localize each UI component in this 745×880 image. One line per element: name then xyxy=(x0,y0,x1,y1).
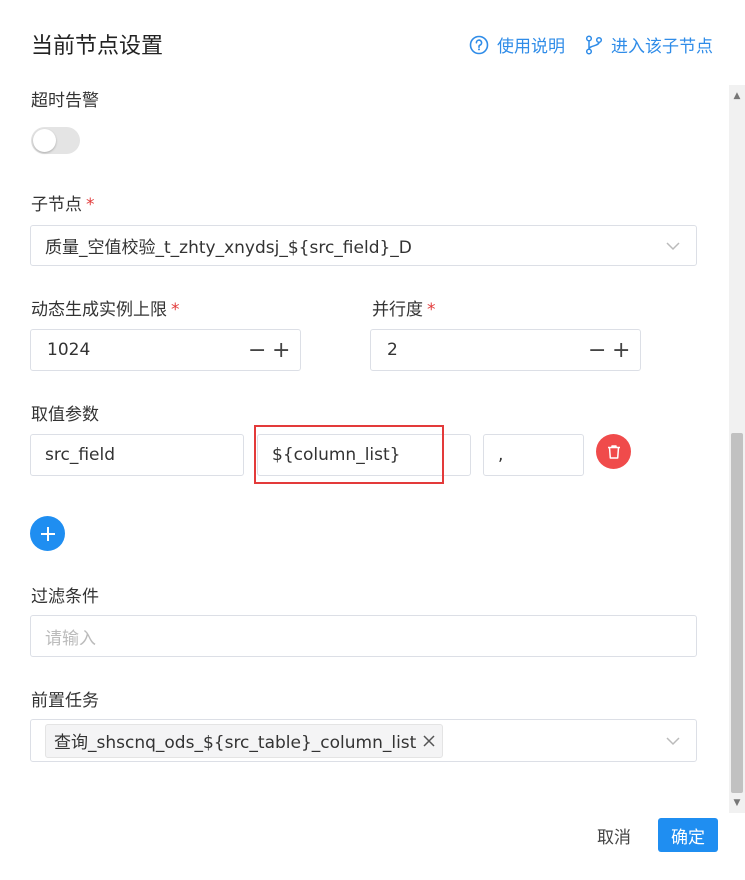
pre-task-label: 前置任务 xyxy=(31,691,99,711)
required-mark: * xyxy=(86,195,95,215)
help-link[interactable]: 使用说明 xyxy=(469,32,565,57)
pre-task-tag: 查询_shscnq_ods_${src_table}_column_list xyxy=(45,723,444,758)
parallelism-input[interactable]: 2 − + xyxy=(370,329,641,371)
parallelism-label-text: 并行度 xyxy=(372,300,423,320)
child-node-value: 质量_空值校验_t_zhty_xnydsj_${src_field}_D xyxy=(45,238,412,258)
delete-param-button[interactable] xyxy=(596,434,631,469)
param-name-value: src_field xyxy=(45,445,116,465)
close-icon[interactable] xyxy=(422,734,436,748)
chevron-down-icon xyxy=(666,241,680,250)
add-param-button[interactable] xyxy=(30,516,65,551)
params-label: 取值参数 xyxy=(31,405,99,425)
scroll-down-icon[interactable]: ▼ xyxy=(729,795,745,811)
required-mark: * xyxy=(171,300,180,320)
pre-task-tag-label: 查询_shscnq_ods_${src_table}_column_list xyxy=(54,733,417,753)
enter-child-node-link[interactable]: 进入该子节点 xyxy=(585,32,713,57)
decrement-button[interactable]: − xyxy=(248,338,266,363)
param-separator-value: , xyxy=(498,445,504,465)
enter-child-node-label: 进入该子节点 xyxy=(611,37,713,57)
timeout-alert-label: 超时告警 xyxy=(31,91,99,111)
timeout-alert-switch[interactable] xyxy=(31,127,80,154)
plus-icon xyxy=(40,526,55,541)
confirm-button[interactable]: 确定 xyxy=(658,818,718,852)
switch-knob xyxy=(33,129,56,152)
dynamic-limit-input[interactable]: 1024 − + xyxy=(30,329,301,371)
question-circle-icon xyxy=(469,35,489,54)
decrement-button[interactable]: − xyxy=(588,338,606,363)
dynamic-limit-label: 动态生成实例上限 * xyxy=(31,295,180,320)
highlight-box xyxy=(254,425,444,484)
help-link-label: 使用说明 xyxy=(497,37,565,57)
required-mark: * xyxy=(427,300,436,320)
filter-placeholder: 请输入 xyxy=(45,628,96,649)
parallelism-value: 2 xyxy=(387,340,398,360)
scrollbar-thumb[interactable] xyxy=(731,433,743,793)
cancel-button[interactable]: 取消 xyxy=(588,818,640,852)
branch-icon xyxy=(585,34,603,55)
dynamic-limit-label-text: 动态生成实例上限 xyxy=(31,300,167,320)
chevron-down-icon xyxy=(666,736,680,745)
param-separator-input[interactable]: , xyxy=(483,434,584,476)
increment-button[interactable]: + xyxy=(612,338,630,363)
trash-icon xyxy=(607,444,620,459)
filter-label: 过滤条件 xyxy=(31,587,99,607)
filter-input[interactable]: 请输入 xyxy=(30,615,697,657)
param-name-input[interactable]: src_field xyxy=(30,434,244,476)
parallelism-label: 并行度 * xyxy=(372,295,436,320)
dialog-title: 当前节点设置 xyxy=(31,34,164,59)
dynamic-limit-value: 1024 xyxy=(47,340,91,360)
scroll-up-icon[interactable]: ▲ xyxy=(729,88,745,104)
child-node-select[interactable]: 质量_空值校验_t_zhty_xnydsj_${src_field}_D xyxy=(30,225,697,266)
scrollbar[interactable]: ▲ ▼ xyxy=(729,85,745,813)
child-node-label: 子节点 * xyxy=(31,190,95,215)
pre-task-select[interactable]: 查询_shscnq_ods_${src_table}_column_list xyxy=(30,719,697,762)
increment-button[interactable]: + xyxy=(272,338,290,363)
child-node-label-text: 子节点 xyxy=(31,195,82,215)
